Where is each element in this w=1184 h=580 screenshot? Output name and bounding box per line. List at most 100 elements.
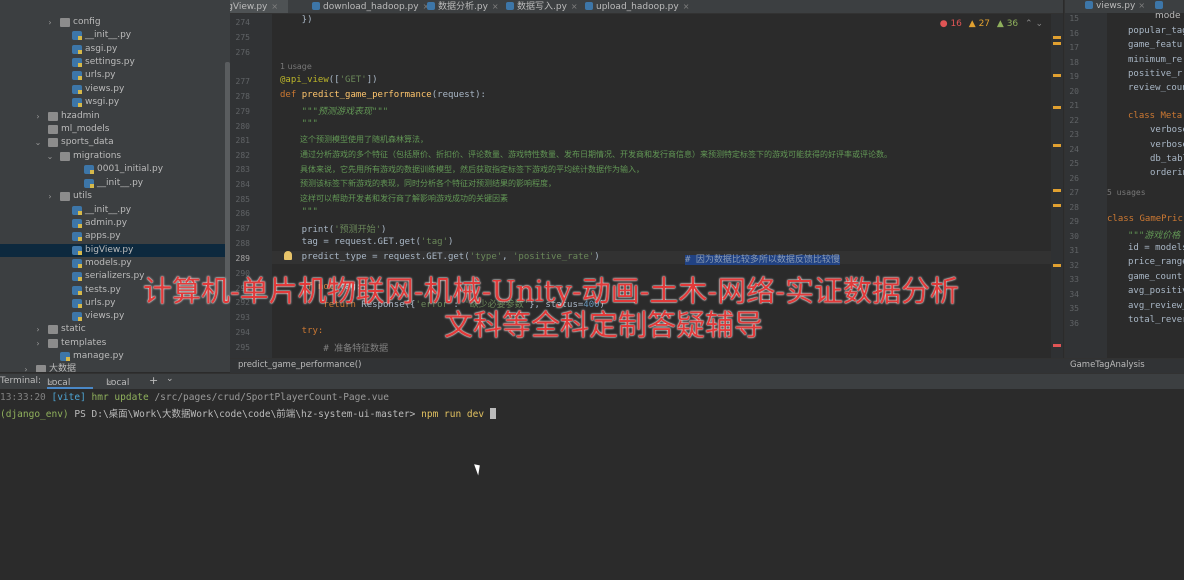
- tab-models-label: mode: [1155, 11, 1181, 21]
- terminal[interactable]: 13:33:20 [vite] hmr update /src/pages/cr…: [0, 389, 1184, 580]
- python-file-icon: [72, 286, 82, 295]
- line-number: 276: [235, 48, 250, 57]
- line-number: 285: [235, 195, 250, 204]
- tree-item[interactable]: manage.py: [0, 350, 230, 363]
- editor-tab[interactable]: download_hadoop.py ×: [312, 0, 429, 13]
- close-icon[interactable]: ×: [571, 2, 578, 11]
- line-number: 287: [235, 224, 250, 233]
- close-icon[interactable]: ×: [271, 2, 278, 11]
- tree-item[interactable]: __init__.py: [0, 177, 230, 190]
- tree-item[interactable]: › hzadmin: [0, 110, 230, 123]
- tree-item[interactable]: 0001_initial.py: [0, 163, 230, 176]
- breadcrumb-function[interactable]: predict_game_performance(): [238, 360, 361, 370]
- string-token: '预测开始': [334, 225, 382, 235]
- tree-item-label: views.py: [85, 311, 125, 321]
- line-number: 283: [235, 165, 250, 174]
- tree-item[interactable]: ⌄ sports_data: [0, 136, 230, 149]
- line-number: 35: [1069, 304, 1079, 313]
- chevron-right-icon[interactable]: ›: [34, 337, 42, 350]
- tree-item[interactable]: bigView.py: [0, 244, 230, 257]
- chevron-right-icon[interactable]: ›: [46, 190, 54, 203]
- tree-item-label: ml_models: [61, 124, 110, 134]
- error-icon: ●: [939, 19, 948, 29]
- python-file-icon: [72, 312, 82, 321]
- tree-item[interactable]: views.py: [0, 83, 230, 96]
- tree-item-label: 0001_initial.py: [97, 164, 164, 174]
- usage-hint[interactable]: 5 usages: [1107, 188, 1146, 197]
- tree-item[interactable]: settings.py: [0, 56, 230, 69]
- python-file-icon: [72, 206, 82, 215]
- line-number: 29: [1069, 217, 1079, 226]
- code-token: ): [594, 252, 600, 262]
- warning-marker[interactable]: [1053, 204, 1061, 207]
- terminal-dropdown-button[interactable]: ⌄: [166, 374, 174, 384]
- code-line-288: tag = request.GET.get('tag'): [280, 237, 454, 247]
- tree-item[interactable]: › 大数据: [0, 363, 230, 372]
- breadcrumb-class[interactable]: GameTagAnalysis: [1070, 360, 1145, 370]
- secondary-tabs: views.py × mode: [1065, 0, 1184, 21]
- chevron-down-icon[interactable]: ⌄: [34, 136, 42, 149]
- secondary-editor[interactable]: views.py × mode 15 16 17 18 19 20 21 22 23 24 25 26 2…: [1064, 0, 1184, 358]
- error-count: 16: [950, 19, 962, 29]
- editor-tab[interactable]: upload_hadoop.py ×: [585, 0, 695, 13]
- error-marker[interactable]: [1053, 344, 1061, 347]
- close-icon[interactable]: ×: [106, 378, 114, 388]
- tree-item[interactable]: › templates: [0, 337, 230, 350]
- editor-tab[interactable]: 数据写入.py ×: [506, 0, 583, 13]
- line-number: 279: [235, 107, 250, 116]
- chevron-right-icon[interactable]: ›: [34, 110, 42, 123]
- tree-item[interactable]: › static: [0, 323, 230, 336]
- tree-item[interactable]: › utils: [0, 190, 230, 203]
- warning-marker[interactable]: [1053, 42, 1061, 45]
- editor-scrollbar[interactable]: [1051, 14, 1063, 358]
- python-file-icon: [1085, 1, 1093, 9]
- close-icon[interactable]: ×: [683, 2, 690, 11]
- tree-item-label: asgi.py: [85, 44, 118, 54]
- line-number: 275: [235, 33, 250, 42]
- chevron-up-icon[interactable]: ⌃: [1025, 19, 1033, 29]
- tree-item[interactable]: ⌄ migrations: [0, 150, 230, 163]
- chevron-right-icon[interactable]: ›: [34, 323, 42, 336]
- warning-marker[interactable]: [1053, 36, 1061, 39]
- chevron-right-icon[interactable]: ›: [46, 16, 54, 29]
- code-line-280: """: [280, 119, 318, 129]
- code-line-278: def predict_game_performance(request):: [280, 90, 486, 100]
- warning-marker[interactable]: [1053, 74, 1061, 77]
- breadcrumb[interactable]: predict_game_performance() GameTagAnalys…: [230, 358, 1184, 373]
- chevron-down-icon[interactable]: ⌄: [46, 150, 54, 163]
- tree-item[interactable]: wsgi.py: [0, 96, 230, 109]
- tree-item[interactable]: __init__.py: [0, 204, 230, 217]
- folder-icon: [48, 325, 58, 334]
- inspection-widget[interactable]: ● 16 ▲ 27 ▲ 36 ⌃ ⌄: [940, 19, 1043, 29]
- overlay-watermark-line-2: 文科等全科定制答疑辅导: [444, 308, 764, 342]
- warning-marker[interactable]: [1053, 189, 1061, 192]
- close-icon[interactable]: ×: [492, 2, 499, 11]
- tab-models[interactable]: mode: [1155, 1, 1184, 21]
- tree-item[interactable]: apps.py: [0, 230, 230, 243]
- python-file-icon: [72, 71, 82, 80]
- tree-item[interactable]: asgi.py: [0, 43, 230, 56]
- code-line: """游戏价格: [1128, 231, 1181, 241]
- tree-item-label: config: [73, 17, 101, 27]
- warning-marker[interactable]: [1053, 264, 1061, 267]
- chevron-right-icon[interactable]: ›: [22, 363, 30, 372]
- warning-marker[interactable]: [1053, 144, 1061, 147]
- add-terminal-button[interactable]: +: [149, 374, 158, 387]
- tab-views[interactable]: views.py ×: [1085, 1, 1145, 11]
- chevron-down-icon[interactable]: ⌄: [1035, 19, 1043, 29]
- tree-item[interactable]: views.py: [0, 310, 230, 323]
- tree-item[interactable]: ml_models: [0, 123, 230, 136]
- line-number: 24: [1069, 144, 1079, 154]
- line-number: 36: [1069, 318, 1079, 328]
- tree-item[interactable]: __init__.py: [0, 29, 230, 42]
- tree-item[interactable]: › config: [0, 16, 230, 29]
- usage-hint[interactable]: 1 usage: [280, 62, 312, 71]
- tree-item[interactable]: admin.py: [0, 217, 230, 230]
- editor-tab[interactable]: 数据分析.py ×: [427, 0, 504, 13]
- close-icon[interactable]: ×: [1138, 1, 1145, 10]
- editor-tab-label: upload_hadoop.py: [596, 2, 679, 12]
- code-line: orderin: [1150, 168, 1184, 178]
- warning-marker[interactable]: [1053, 106, 1061, 109]
- editor-tab[interactable]: bigView.py×: [230, 0, 288, 13]
- tree-item[interactable]: urls.py: [0, 69, 230, 82]
